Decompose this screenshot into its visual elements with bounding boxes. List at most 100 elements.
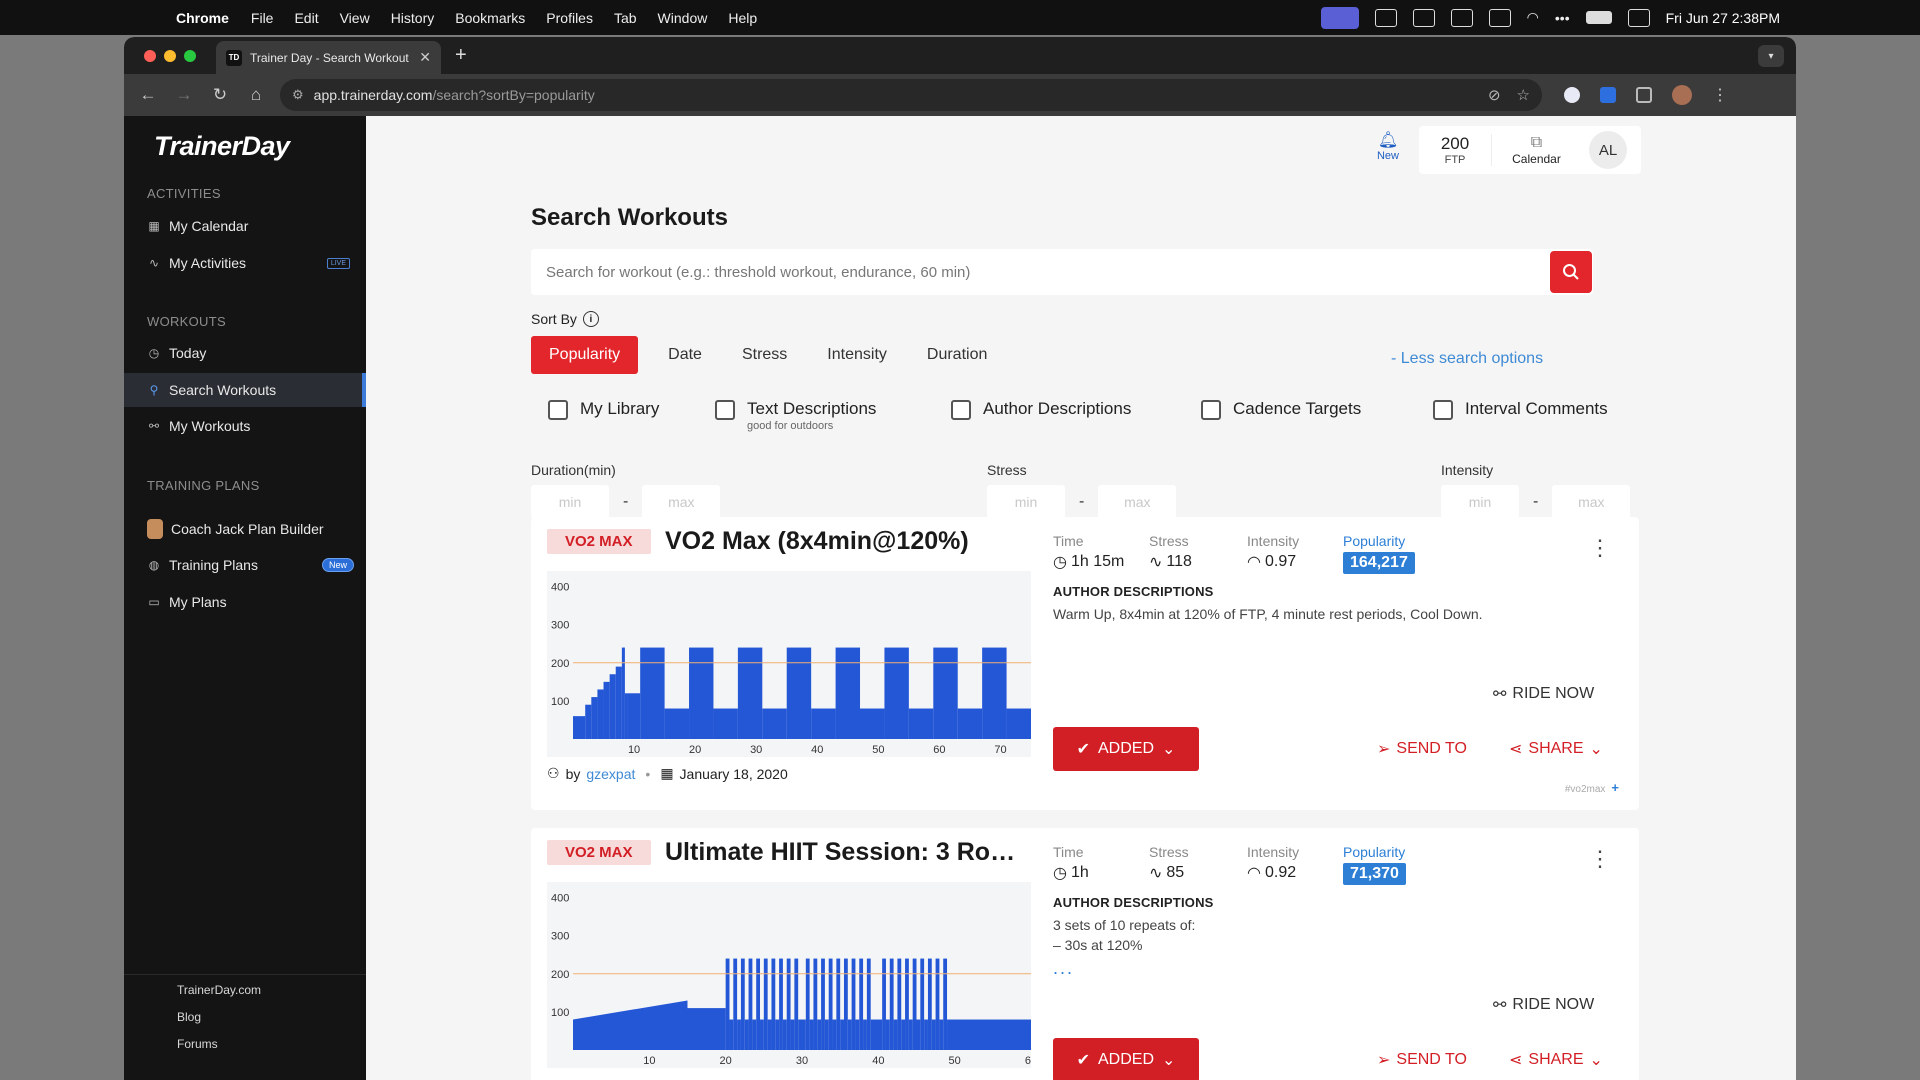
checkbox[interactable] bbox=[951, 400, 971, 420]
search-button[interactable] bbox=[1550, 251, 1592, 293]
menu-history[interactable]: History bbox=[391, 10, 435, 26]
sidebar-item-coach-jack[interactable]: Coach Jack Plan Builder bbox=[124, 512, 366, 546]
sidebar-item-my-activities[interactable]: ∿ My Activities LIVE bbox=[124, 246, 366, 280]
browser-menu-icon[interactable]: ⋮ bbox=[1712, 85, 1728, 105]
browser-tab-active[interactable]: TD Trainer Day - Search Workout ✕ bbox=[216, 41, 441, 74]
add-tag-icon[interactable]: + bbox=[1611, 780, 1619, 795]
footer-link-forums[interactable]: Forums bbox=[177, 1037, 218, 1051]
stress-max-input[interactable]: max bbox=[1098, 485, 1177, 519]
trainerday-logo[interactable]: TrainerDay bbox=[154, 131, 290, 162]
ride-now-button[interactable]: ⚯ RIDE NOW bbox=[1493, 995, 1594, 1015]
tab-close-icon[interactable]: ✕ bbox=[419, 49, 431, 66]
ftp-display[interactable]: 200 FTP bbox=[1419, 134, 1491, 166]
share-button[interactable]: ⋖ SHARE ⌄ bbox=[1509, 1050, 1603, 1070]
duration-min-input[interactable]: min bbox=[531, 485, 609, 519]
more-options-icon[interactable]: ⋮ bbox=[1589, 537, 1611, 559]
new-tab-icon[interactable]: + bbox=[455, 44, 467, 67]
send-to-button[interactable]: ➢ SEND TO bbox=[1377, 739, 1467, 759]
filter-text-descriptions[interactable]: Text Descriptions good for outdoors bbox=[715, 399, 951, 432]
workout-title[interactable]: VO2 Max (8x4min@120%) bbox=[665, 527, 969, 556]
workout-card[interactable]: VO2 MAX Ultimate HIIT Session: 3 Roun...… bbox=[531, 828, 1639, 1080]
filter-interval-comments[interactable]: Interval Comments bbox=[1433, 399, 1608, 432]
author-link[interactable]: gzexpat bbox=[586, 766, 635, 782]
password-extension-icon[interactable] bbox=[1564, 87, 1580, 103]
forward-icon[interactable]: → bbox=[166, 85, 202, 105]
butterfly-icon[interactable] bbox=[1450, 8, 1473, 27]
more-options-icon[interactable]: ⋮ bbox=[1589, 848, 1611, 870]
site-info-icon[interactable]: ⚙ bbox=[292, 87, 304, 103]
user-avatar[interactable]: AL bbox=[1589, 131, 1627, 169]
bookmark-star-icon[interactable]: ☆ bbox=[1517, 86, 1530, 104]
search-input[interactable] bbox=[531, 249, 1550, 295]
whats-new-button[interactable]: 🔔︎ New bbox=[1370, 130, 1406, 162]
menu-help[interactable]: Help bbox=[728, 10, 757, 26]
tab-search-icon[interactable]: ▾ bbox=[1758, 45, 1784, 67]
checkbox[interactable] bbox=[715, 400, 735, 420]
profile-avatar-icon[interactable] bbox=[1672, 85, 1692, 105]
menu-tab[interactable]: Tab bbox=[614, 10, 637, 26]
menu-app-name[interactable]: Chrome bbox=[176, 10, 229, 26]
menubar-clock[interactable]: Fri Jun 27 2:38PM bbox=[1666, 10, 1780, 26]
sort-tab-intensity[interactable]: Intensity bbox=[811, 336, 903, 374]
footer-link-trainerday[interactable]: TrainerDay.com bbox=[177, 983, 261, 997]
footer-link-blog[interactable]: Blog bbox=[177, 1010, 201, 1024]
expand-description-link[interactable]: ... bbox=[1053, 958, 1074, 979]
eye-off-icon[interactable]: ⊘ bbox=[1488, 86, 1501, 104]
sidebar-item-training-plans[interactable]: ◍ Training Plans New bbox=[124, 548, 366, 582]
battery-icon[interactable] bbox=[1585, 11, 1612, 24]
sidebar-item-my-plans[interactable]: ▭ My Plans bbox=[124, 585, 366, 619]
sort-tab-date[interactable]: Date bbox=[652, 336, 718, 374]
camera-icon[interactable] bbox=[1488, 8, 1511, 27]
sidebar-item-today[interactable]: ◷ Today bbox=[124, 336, 366, 370]
minimize-window-icon[interactable] bbox=[164, 49, 176, 62]
more-dots-icon[interactable]: ••• bbox=[1555, 10, 1570, 26]
menu-edit[interactable]: Edit bbox=[294, 10, 318, 26]
calendar-button[interactable]: ⧉ Calendar bbox=[1491, 134, 1581, 166]
checkbox[interactable] bbox=[1433, 400, 1453, 420]
duration-max-input[interactable]: max bbox=[642, 485, 721, 519]
filter-cadence-targets[interactable]: Cadence Targets bbox=[1201, 399, 1433, 432]
sidebar-item-my-calendar[interactable]: ▦ My Calendar bbox=[124, 209, 366, 243]
menu-profiles[interactable]: Profiles bbox=[546, 10, 593, 26]
less-search-options-link[interactable]: - Less search options bbox=[1391, 350, 1543, 368]
menu-file[interactable]: File bbox=[251, 10, 274, 26]
sidebar-item-search-workouts[interactable]: ⚲ Search Workouts bbox=[124, 373, 366, 407]
send-to-button[interactable]: ➢ SEND TO bbox=[1377, 1050, 1467, 1070]
checkbox[interactable] bbox=[1201, 400, 1221, 420]
menu-view[interactable]: View bbox=[340, 10, 370, 26]
sort-tab-duration[interactable]: Duration bbox=[911, 336, 1003, 374]
workout-title[interactable]: Ultimate HIIT Session: 3 Roun... bbox=[665, 838, 1025, 867]
filter-my-library[interactable]: My Library bbox=[548, 399, 715, 432]
info-icon[interactable]: i bbox=[582, 311, 599, 327]
share-button[interactable]: ⋖ SHARE ⌄ bbox=[1509, 739, 1603, 759]
control-center-icon[interactable] bbox=[1627, 8, 1650, 27]
workout-card[interactable]: VO2 MAX VO2 Max (8x4min@120%) 400 300 200 1… bbox=[531, 517, 1639, 810]
intensity-min-input[interactable]: min bbox=[1441, 485, 1519, 519]
menu-window[interactable]: Window bbox=[658, 10, 708, 26]
menu-bookmarks[interactable]: Bookmarks bbox=[455, 10, 525, 26]
address-bar[interactable]: ⚙ app.trainerday.com/search?sortBy=popul… bbox=[280, 79, 1542, 111]
reload-icon[interactable]: ↻ bbox=[202, 85, 238, 105]
close-window-icon[interactable] bbox=[144, 49, 156, 62]
filter-author-descriptions[interactable]: Author Descriptions bbox=[951, 399, 1201, 432]
checkbox[interactable] bbox=[548, 400, 568, 420]
zoom-window-icon[interactable] bbox=[184, 49, 196, 62]
screen-mirror-icon[interactable] bbox=[1320, 6, 1359, 29]
intensity-max-input[interactable]: max bbox=[1552, 485, 1631, 519]
added-button[interactable]: ✔ ADDED ⌄ bbox=[1053, 1038, 1199, 1080]
sort-tab-stress[interactable]: Stress bbox=[726, 336, 803, 374]
workout-chart[interactable]: 400 300 200 100 10 20 30 40 50 60 bbox=[547, 882, 1031, 1068]
stress-min-input[interactable]: min bbox=[987, 485, 1065, 519]
back-icon[interactable]: ← bbox=[130, 85, 166, 105]
download-extension-icon[interactable] bbox=[1600, 87, 1616, 103]
status-shield-icon[interactable] bbox=[1412, 8, 1435, 27]
sidebar-item-my-workouts[interactable]: ⚯ My Workouts bbox=[124, 409, 366, 443]
wifi-icon[interactable]: ◠ bbox=[1527, 9, 1539, 26]
status-app-icon[interactable] bbox=[1374, 8, 1397, 27]
hashtag[interactable]: #vo2max bbox=[1565, 784, 1606, 795]
sort-tab-popularity[interactable]: Popularity bbox=[531, 336, 639, 374]
extensions-puzzle-icon[interactable] bbox=[1636, 87, 1652, 103]
workout-chart[interactable]: 400 300 200 100 10 20 30 40 50 60 70 bbox=[547, 571, 1031, 757]
added-button[interactable]: ✔ ADDED ⌄ bbox=[1053, 727, 1199, 771]
ride-now-button[interactable]: ⚯ RIDE NOW bbox=[1493, 684, 1594, 704]
